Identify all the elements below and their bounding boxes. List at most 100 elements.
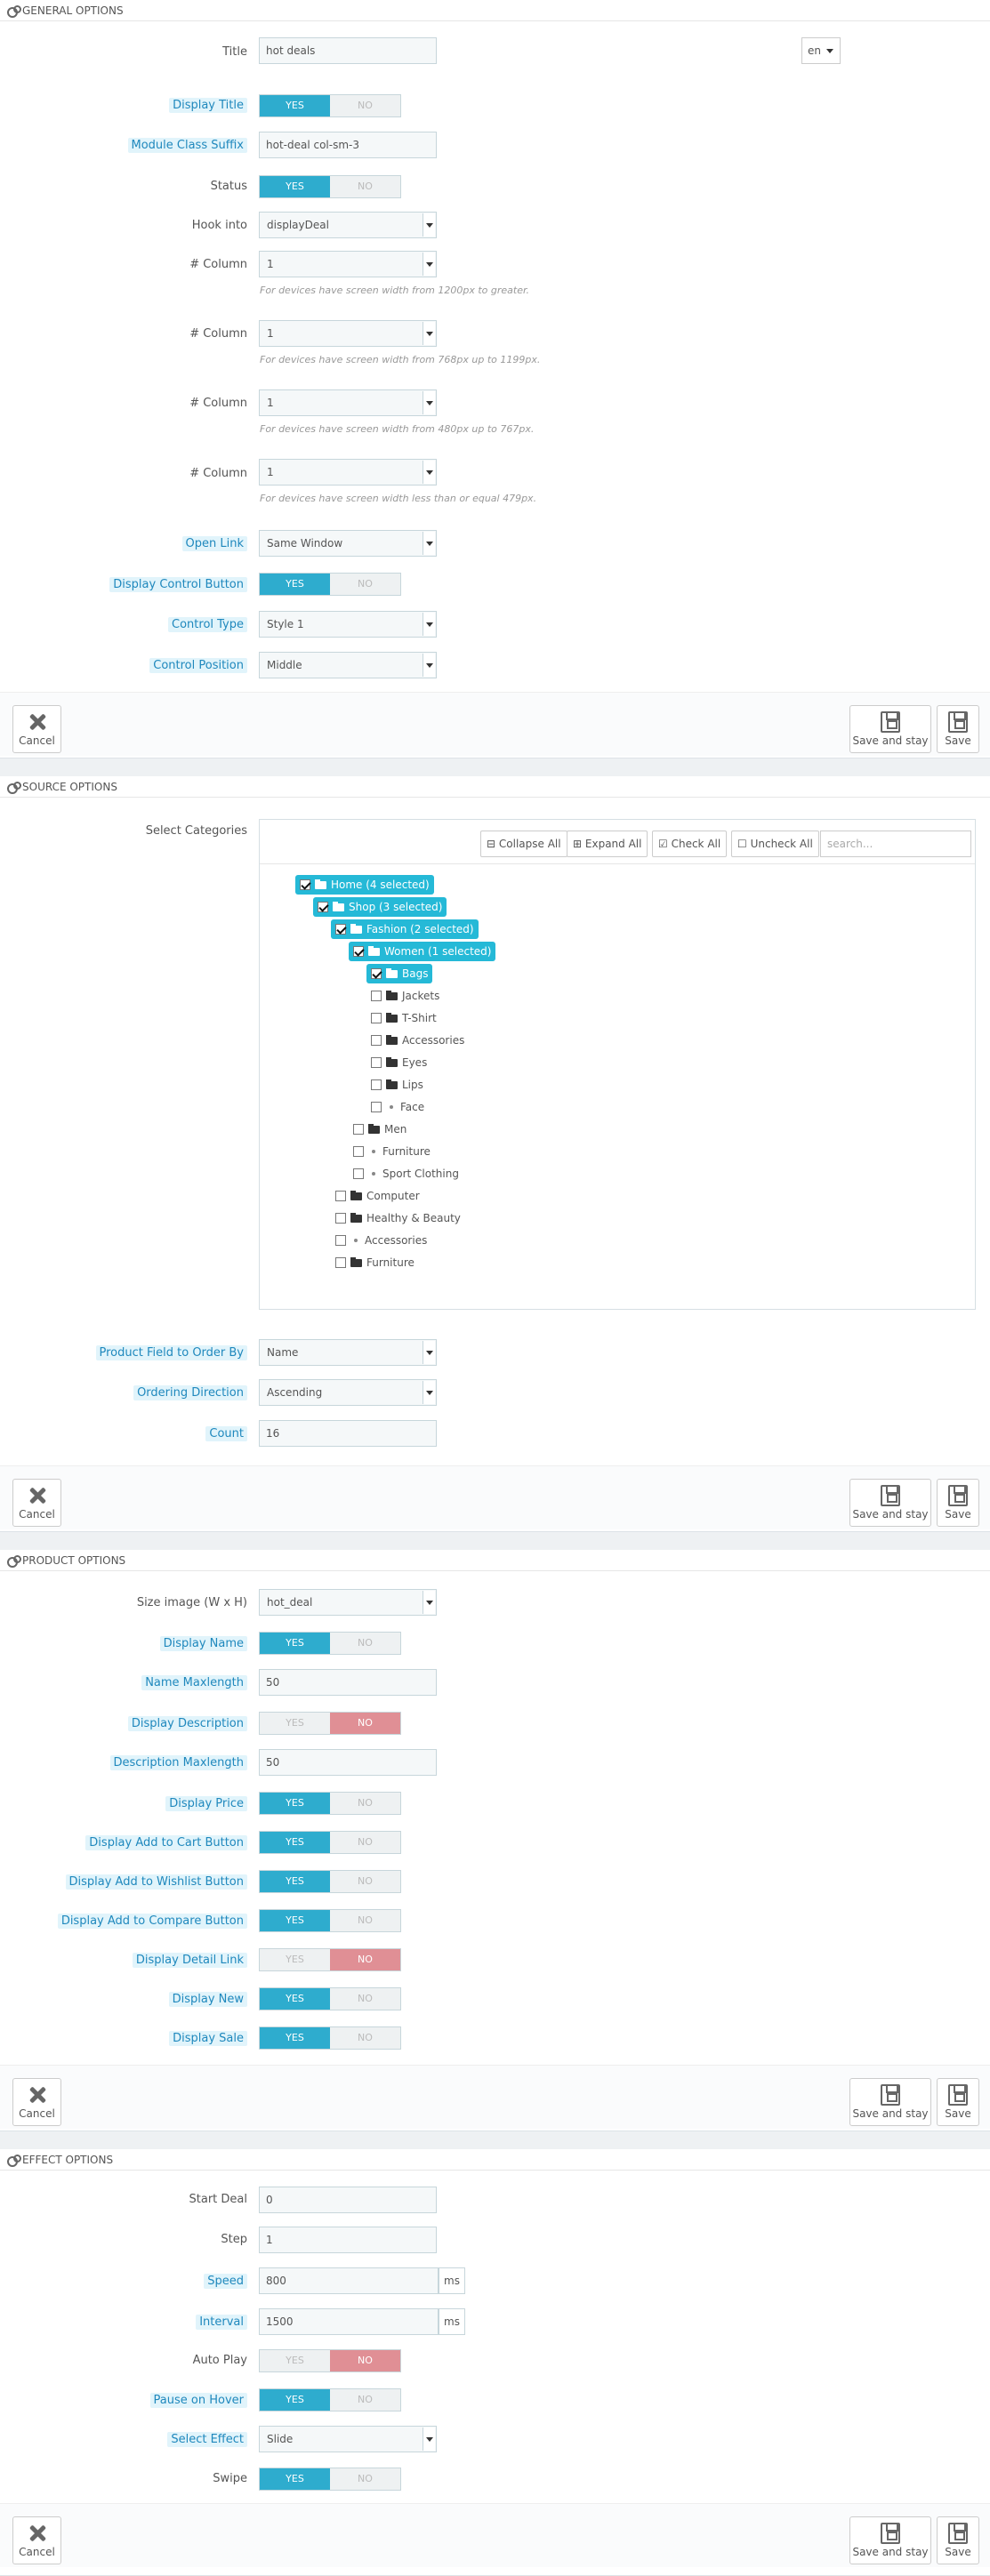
save-button[interactable]: Save: [937, 2078, 979, 2126]
yes-option[interactable]: YES: [260, 1793, 330, 1814]
count-input[interactable]: 16: [259, 1420, 437, 1447]
checkbox[interactable]: [335, 1235, 346, 1246]
yes-option[interactable]: YES: [260, 1713, 330, 1734]
tree-node[interactable]: Accessories: [335, 1231, 427, 1250]
tree-node[interactable]: Shop (3 selected): [313, 897, 447, 917]
cancel-button[interactable]: Cancel: [12, 1479, 61, 1527]
no-option[interactable]: NO: [330, 95, 400, 116]
tree-node[interactable]: Fashion (2 selected): [331, 919, 479, 939]
yes-option[interactable]: YES: [260, 1988, 330, 2010]
no-option[interactable]: NO: [330, 1633, 400, 1654]
add-to-compare-switch[interactable]: YES NO: [259, 1909, 401, 1932]
no-option[interactable]: NO: [330, 2027, 400, 2049]
checkbox[interactable]: [335, 924, 346, 935]
no-option[interactable]: NO: [330, 1988, 400, 2010]
column-select-large[interactable]: 1: [259, 251, 437, 277]
tree-node[interactable]: Men: [353, 1119, 406, 1139]
display-name-switch[interactable]: YES NO: [259, 1632, 401, 1655]
save-and-stay-button[interactable]: Save and stay: [849, 1479, 931, 1527]
display-control-switch[interactable]: YES NO: [259, 573, 401, 596]
checkbox[interactable]: [371, 1057, 382, 1068]
no-option[interactable]: NO: [330, 1871, 400, 1892]
add-to-cart-switch[interactable]: YES NO: [259, 1831, 401, 1854]
checkbox[interactable]: [353, 1146, 364, 1157]
interval-input[interactable]: 1500: [259, 2308, 439, 2335]
checkbox[interactable]: [335, 1257, 346, 1268]
pause-on-hover-switch[interactable]: YES NO: [259, 2388, 401, 2411]
check-all-button[interactable]: ☑ Check All: [652, 831, 728, 857]
save-and-stay-button[interactable]: Save and stay: [849, 2078, 931, 2126]
display-sale-switch[interactable]: YES NO: [259, 2026, 401, 2050]
tree-node[interactable]: Computer: [335, 1186, 420, 1206]
yes-option[interactable]: YES: [260, 1832, 330, 1853]
checkbox[interactable]: [353, 1124, 364, 1135]
cancel-button[interactable]: Cancel: [12, 2078, 61, 2126]
yes-option[interactable]: YES: [260, 2350, 330, 2371]
size-image-select[interactable]: hot_deal: [259, 1589, 437, 1616]
display-title-switch[interactable]: YES NO: [259, 94, 401, 117]
checkbox[interactable]: [371, 1013, 382, 1023]
save-and-stay-button[interactable]: Save and stay: [849, 705, 931, 753]
checkbox[interactable]: [371, 1102, 382, 1112]
add-to-wishlist-switch[interactable]: YES NO: [259, 1870, 401, 1893]
tree-node[interactable]: Sport Clothing: [353, 1164, 459, 1184]
yes-option[interactable]: YES: [260, 1910, 330, 1931]
swipe-switch[interactable]: YES NO: [259, 2468, 401, 2491]
tree-node[interactable]: Healthy & Beauty: [335, 1208, 461, 1228]
no-option[interactable]: NO: [330, 1832, 400, 1853]
tree-node[interactable]: Accessories: [371, 1031, 464, 1050]
save-button[interactable]: Save: [937, 705, 979, 753]
tree-node[interactable]: Furniture: [353, 1142, 431, 1161]
cancel-button[interactable]: Cancel: [12, 705, 61, 753]
save-button[interactable]: Save: [937, 1479, 979, 1527]
no-option[interactable]: NO: [330, 1713, 400, 1734]
column-select-small[interactable]: 1: [259, 389, 437, 416]
expand-all-button[interactable]: ⊞ Expand All: [567, 831, 648, 857]
column-select-medium[interactable]: 1: [259, 320, 437, 347]
checkbox[interactable]: [371, 991, 382, 1001]
checkbox[interactable]: [318, 902, 328, 912]
no-option[interactable]: NO: [330, 2350, 400, 2371]
yes-option[interactable]: YES: [260, 1949, 330, 1970]
checkbox[interactable]: [371, 1035, 382, 1046]
tree-node[interactable]: Home (4 selected): [295, 875, 434, 895]
save-and-stay-button[interactable]: Save and stay: [849, 2516, 931, 2564]
checkbox[interactable]: [353, 1168, 364, 1179]
display-new-switch[interactable]: YES NO: [259, 1987, 401, 2010]
yes-option[interactable]: YES: [260, 574, 330, 595]
no-option[interactable]: NO: [330, 2468, 400, 2490]
yes-option[interactable]: YES: [260, 2027, 330, 2049]
checkbox[interactable]: [300, 879, 310, 890]
no-option[interactable]: NO: [330, 1910, 400, 1931]
no-option[interactable]: NO: [330, 2389, 400, 2411]
cancel-button[interactable]: Cancel: [12, 2516, 61, 2564]
tree-search-input[interactable]: search...: [820, 831, 971, 857]
class-suffix-input[interactable]: hot-deal col-sm-3: [259, 132, 437, 158]
no-option[interactable]: NO: [330, 574, 400, 595]
control-position-select[interactable]: Middle: [259, 652, 437, 678]
column-select-xsmall[interactable]: 1: [259, 459, 437, 486]
open-link-select[interactable]: Same Window: [259, 530, 437, 557]
yes-option[interactable]: YES: [260, 2389, 330, 2411]
checkbox[interactable]: [353, 946, 364, 957]
yes-option[interactable]: YES: [260, 176, 330, 197]
detail-link-switch[interactable]: YES NO: [259, 1948, 401, 1971]
autoplay-switch[interactable]: YES NO: [259, 2349, 401, 2372]
start-deal-input[interactable]: 0: [259, 2187, 437, 2213]
collapse-all-button[interactable]: ⊟ Collapse All: [480, 831, 567, 857]
checkbox[interactable]: [335, 1213, 346, 1224]
save-button[interactable]: Save: [937, 2516, 979, 2564]
no-option[interactable]: NO: [330, 1793, 400, 1814]
no-option[interactable]: NO: [330, 176, 400, 197]
speed-input[interactable]: 800: [259, 2267, 439, 2294]
yes-option[interactable]: YES: [260, 95, 330, 116]
display-price-switch[interactable]: YES NO: [259, 1792, 401, 1815]
yes-option[interactable]: YES: [260, 1871, 330, 1892]
ordering-direction-select[interactable]: Ascending: [259, 1379, 437, 1406]
checkbox[interactable]: [371, 1079, 382, 1090]
select-effect-select[interactable]: Slide: [259, 2426, 437, 2452]
tree-node[interactable]: Lips: [371, 1075, 423, 1095]
order-by-select[interactable]: Name: [259, 1339, 437, 1366]
tree-node[interactable]: Jackets: [371, 986, 439, 1006]
checkbox[interactable]: [371, 968, 382, 979]
